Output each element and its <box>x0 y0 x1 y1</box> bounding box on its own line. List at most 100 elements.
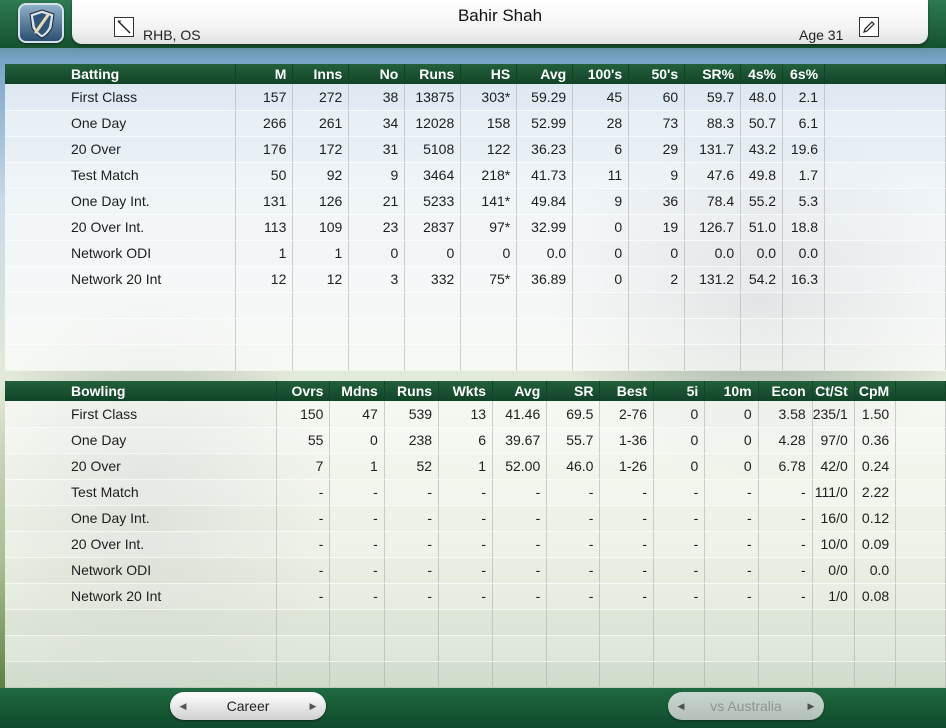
bowling-cell: - <box>438 531 494 558</box>
bowling-column-header[interactable]: CpM <box>854 381 897 401</box>
table-row[interactable]: 20 Over Int. 113 109 23 2837 97* 32.99 0 19 126.7… <box>5 214 946 241</box>
table-row[interactable]: Network 20 Int - - - - - - - - - -1/0 0.08 <box>5 583 946 610</box>
table-row[interactable]: Network ODI 1 1 0 0 0 0.0 0 0 0.0 0.0 0.0 <box>5 240 946 267</box>
chevron-right-icon[interactable]: ▶ <box>806 701 816 712</box>
bowling-column-header[interactable]: SR <box>546 381 601 401</box>
table-row[interactable]: Test Match - - - - - - - - - -111/0 2.22 <box>5 479 946 506</box>
bowling-cell: 41.46 <box>492 401 548 428</box>
batting-column-header[interactable]: 4s% <box>740 64 784 84</box>
batting-cell: 59.7 <box>684 84 742 111</box>
batting-column-header[interactable]: SR% <box>684 64 742 84</box>
bowling-cell: 4.28 <box>758 427 813 454</box>
table-row[interactable]: One Day Int. - - - - - - - - - -16/0 0.12 <box>5 505 946 532</box>
bowling-cell: 150 <box>276 401 331 428</box>
table-row[interactable]: 20 Over 176 172 31 5108 122 36.23 6 29 131.7 43.2 1… <box>5 136 946 163</box>
batting-cell: 54.2 <box>740 266 784 293</box>
table-row[interactable]: One Day 55 0 238 6 39.67 55.7 1-36 0 0 4.28 97/0 0.3… <box>5 427 946 454</box>
batting-cell-empty <box>5 344 237 371</box>
bowling-column-header[interactable]: Runs <box>384 381 440 401</box>
batting-column-header[interactable]: Inns <box>292 64 350 84</box>
bowling-header-row: Bowling Ovrs Mdns Runs Wkts Avg SR Best 5i 10m Eco… <box>5 381 946 401</box>
chevron-left-icon[interactable]: ◀ <box>676 701 686 712</box>
bowling-column-header[interactable]: Best <box>599 381 655 401</box>
bowling-column-header[interactable]: Bowling <box>5 381 277 401</box>
bowling-column-header[interactable]: Avg <box>492 381 548 401</box>
career-tab-button[interactable]: ◀ Career ▶ <box>170 692 326 720</box>
batting-column-header[interactable]: Avg <box>516 64 574 84</box>
table-row[interactable]: 20 Over 7 1 52 1 52.00 46.0 1-26 0 0 6.78 42/0 0.24 <box>5 453 946 480</box>
batting-cell: 9 <box>348 162 406 189</box>
bowling-column-header[interactable]: Mdns <box>329 381 385 401</box>
batting-cell-empty <box>824 344 946 371</box>
bowling-cell: 0.09 <box>854 531 897 558</box>
batting-cell: 0 <box>404 240 462 267</box>
bowling-cell: - <box>438 505 494 532</box>
batting-cell: 266 <box>235 110 294 137</box>
batting-cell: 9 <box>572 188 630 215</box>
bowling-cell: - <box>438 583 494 610</box>
batting-cell-empty <box>740 318 784 345</box>
chevron-left-icon[interactable]: ◀ <box>178 701 188 712</box>
batting-cell: 0.0 <box>684 240 742 267</box>
batting-cell: 0 <box>572 240 630 267</box>
bowling-cell: 39.67 <box>492 427 548 454</box>
vs-opponent-tab-button[interactable]: ◀ vs Australia ▶ <box>668 692 824 720</box>
batting-cell: 38 <box>348 84 406 111</box>
bowling-column-header[interactable]: 10m <box>704 381 759 401</box>
batting-cell: 6.1 <box>782 110 826 137</box>
bowling-cell-empty <box>812 661 855 688</box>
bowling-cell: 55.7 <box>546 427 601 454</box>
table-row[interactable]: One Day 266 261 34 12028 158 52.99 28 73 88.3 50.7… <box>5 110 946 137</box>
bowling-cell: - <box>276 557 331 584</box>
chevron-right-icon[interactable]: ▶ <box>308 701 318 712</box>
vs-opponent-tab-label: vs Australia <box>710 698 782 714</box>
bowling-cell-empty <box>384 661 440 688</box>
batting-cell: 32.99 <box>516 214 574 241</box>
bowling-cell: - <box>438 557 494 584</box>
batting-column-header[interactable]: No <box>348 64 406 84</box>
batting-cell: 78.4 <box>684 188 742 215</box>
batting-cell: 3464 <box>404 162 462 189</box>
bowling-cell: - <box>704 557 759 584</box>
bowling-column-header[interactable]: Econ <box>758 381 813 401</box>
table-row[interactable]: First Class 150 47 539 13 41.46 69.5 2-76 0 0 3.58… <box>5 401 946 428</box>
table-row[interactable]: Network 20 Int 12 12 3 332 75* 36.89 0 2 131.2 54.… <box>5 266 946 293</box>
batting-cell: 50 <box>235 162 294 189</box>
batting-column-header[interactable]: HS <box>460 64 518 84</box>
batting-column-header[interactable]: 50's <box>628 64 686 84</box>
table-row[interactable]: 20 Over Int. - - - - - - - - - -10/0 0.09 <box>5 531 946 558</box>
batting-column-header[interactable]: 6s% <box>782 64 826 84</box>
pencil-icon[interactable] <box>859 17 879 37</box>
batting-column-header[interactable]: M <box>235 64 294 84</box>
batting-cell: 45 <box>572 84 630 111</box>
batting-cell: 48.0 <box>740 84 784 111</box>
bowling-column-header[interactable]: Ct/St <box>812 381 855 401</box>
table-row[interactable]: One Day Int. 131 126 21 5233 141* 49.84 9 36 78.4… <box>5 188 946 215</box>
bowling-cell: 3.58 <box>758 401 813 428</box>
batting-row-label: Network 20 Int <box>5 266 237 293</box>
batting-cell: 21 <box>348 188 406 215</box>
bowling-column-header[interactable]: Wkts <box>438 381 494 401</box>
bowling-column-header[interactable]: 5i <box>653 381 706 401</box>
bowling-cell-empty <box>895 401 946 428</box>
bowling-cell-empty <box>704 609 759 636</box>
bowling-column-header[interactable]: Ovrs <box>276 381 331 401</box>
batting-column-header[interactable]: 100's <box>572 64 630 84</box>
table-row[interactable]: First Class 157 272 38 13875 303* 59.29 45 60 59.… <box>5 84 946 111</box>
bowling-cell-empty <box>895 583 946 610</box>
batting-cell-empty <box>404 292 462 319</box>
batting-cell: 73 <box>628 110 686 137</box>
batting-cell-empty <box>516 292 574 319</box>
table-row[interactable]: Test Match 50 92 9 3464 218* 41.73 11 9 47.6 49.8 1… <box>5 162 946 189</box>
batting-cell: 158 <box>460 110 518 137</box>
batting-column-header[interactable]: Batting <box>5 64 237 84</box>
player-age: Age 31 <box>799 27 844 43</box>
bowling-cell: - <box>758 557 813 584</box>
bowling-cell-empty <box>653 661 706 688</box>
table-row[interactable]: Network ODI - - - - - - - - - -0/0 0.0 <box>5 557 946 584</box>
batting-column-header[interactable]: Runs <box>404 64 462 84</box>
batting-cell: 2 <box>628 266 686 293</box>
batting-cell: 141* <box>460 188 518 215</box>
bowling-cell-empty <box>329 661 385 688</box>
batting-cell-empty <box>824 214 946 241</box>
